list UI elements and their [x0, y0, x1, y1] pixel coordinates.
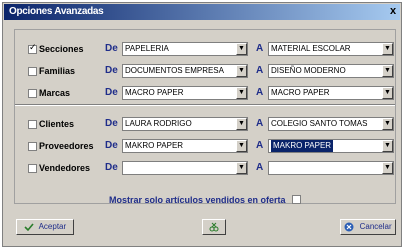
clientes-from-select[interactable]: LAURA RODRIGO [122, 117, 248, 131]
cancel-icon [344, 222, 354, 232]
marcas-de-label: De [105, 87, 118, 98]
cancel-label: Cancelar [359, 222, 392, 231]
vendedores-a-label: A [256, 162, 264, 173]
marcas-to-dropdown-icon[interactable]: ▼ [382, 87, 393, 99]
cancel-button[interactable]: Cancelar [340, 219, 396, 235]
familias-a-label: A [256, 65, 264, 76]
proveedores-label: Proveedores [39, 141, 94, 151]
only-offer-row: Mostrar solo artículos vendidos en ofert… [0, 194, 406, 205]
secciones-to-dropdown-icon[interactable]: ▼ [382, 43, 393, 55]
scissors-icon [209, 222, 219, 232]
vendedores-from-dropdown-icon[interactable]: ▼ [236, 162, 247, 174]
accept-button[interactable]: Aceptar [16, 219, 74, 235]
clientes-from-dropdown-icon[interactable]: ▼ [236, 118, 247, 130]
only-offer-checkbox[interactable] [292, 195, 302, 204]
marcas-from-select[interactable]: MACRO PAPER [122, 86, 248, 100]
secciones-to-select[interactable]: MATERIAL ESCOLAR [268, 42, 394, 56]
proveedores-a-label: A [256, 140, 264, 151]
familias-de-label: De [105, 65, 118, 76]
marcas-label: Marcas [39, 88, 71, 98]
group-separator [15, 104, 395, 106]
familias-label: Familias [39, 66, 76, 76]
title-bar: Opciones Avanzadas x [4, 4, 400, 20]
familias-to-select[interactable]: DISEÑO MODERNO [268, 64, 394, 78]
secciones-a-label: A [256, 43, 264, 54]
checkmark-icon [24, 223, 34, 232]
secciones-from-dropdown-icon[interactable]: ▼ [236, 43, 247, 55]
proveedores-checkbox[interactable] [28, 142, 37, 151]
window-title: Opciones Avanzadas [9, 6, 104, 17]
proveedores-de-label: De [105, 140, 118, 151]
center-action-button[interactable] [202, 219, 226, 235]
familias-from-select[interactable]: DOCUMENTOS EMPRESA [122, 64, 248, 78]
marcas-checkbox[interactable] [28, 89, 37, 98]
marcas-to-select[interactable]: MACRO PAPER [268, 86, 394, 100]
secciones-de-label: De [105, 43, 118, 54]
close-button[interactable]: x [388, 5, 398, 18]
marcas-a-label: A [256, 87, 264, 98]
marcas-from-dropdown-icon[interactable]: ▼ [236, 87, 247, 99]
accept-label: Aceptar [38, 222, 67, 231]
vendedores-to-select[interactable] [268, 161, 394, 175]
clientes-to-dropdown-icon[interactable]: ▼ [382, 118, 393, 130]
clientes-de-label: De [105, 118, 118, 129]
familias-from-dropdown-icon[interactable]: ▼ [236, 65, 247, 77]
familias-checkbox[interactable] [28, 67, 37, 76]
proveedores-from-dropdown-icon[interactable]: ▼ [236, 140, 247, 152]
only-offer-label: Mostrar solo artículos vendidos en ofert… [108, 195, 286, 205]
clientes-a-label: A [256, 118, 264, 129]
secciones-from-select[interactable]: PAPELERIA [122, 42, 248, 56]
clientes-to-select[interactable]: COLEGIO SANTO TOMAS [268, 117, 394, 131]
familias-to-dropdown-icon[interactable]: ▼ [382, 65, 393, 77]
vendedores-checkbox[interactable] [28, 164, 37, 173]
proveedores-to-dropdown-icon[interactable]: ▼ [382, 140, 393, 152]
secciones-checkbox[interactable] [28, 42, 37, 54]
clientes-label: Clientes [39, 119, 75, 129]
vendedores-label: Vendedores [39, 163, 91, 173]
vendedores-de-label: De [105, 162, 118, 173]
vendedores-from-select[interactable] [122, 161, 248, 175]
proveedores-from-select[interactable]: MAKRO PAPER [122, 139, 248, 153]
proveedores-to-select[interactable]: MAKRO PAPER [268, 139, 394, 153]
clientes-checkbox[interactable] [28, 120, 37, 129]
secciones-label: Secciones [39, 44, 84, 54]
vendedores-to-dropdown-icon[interactable]: ▼ [382, 162, 393, 174]
